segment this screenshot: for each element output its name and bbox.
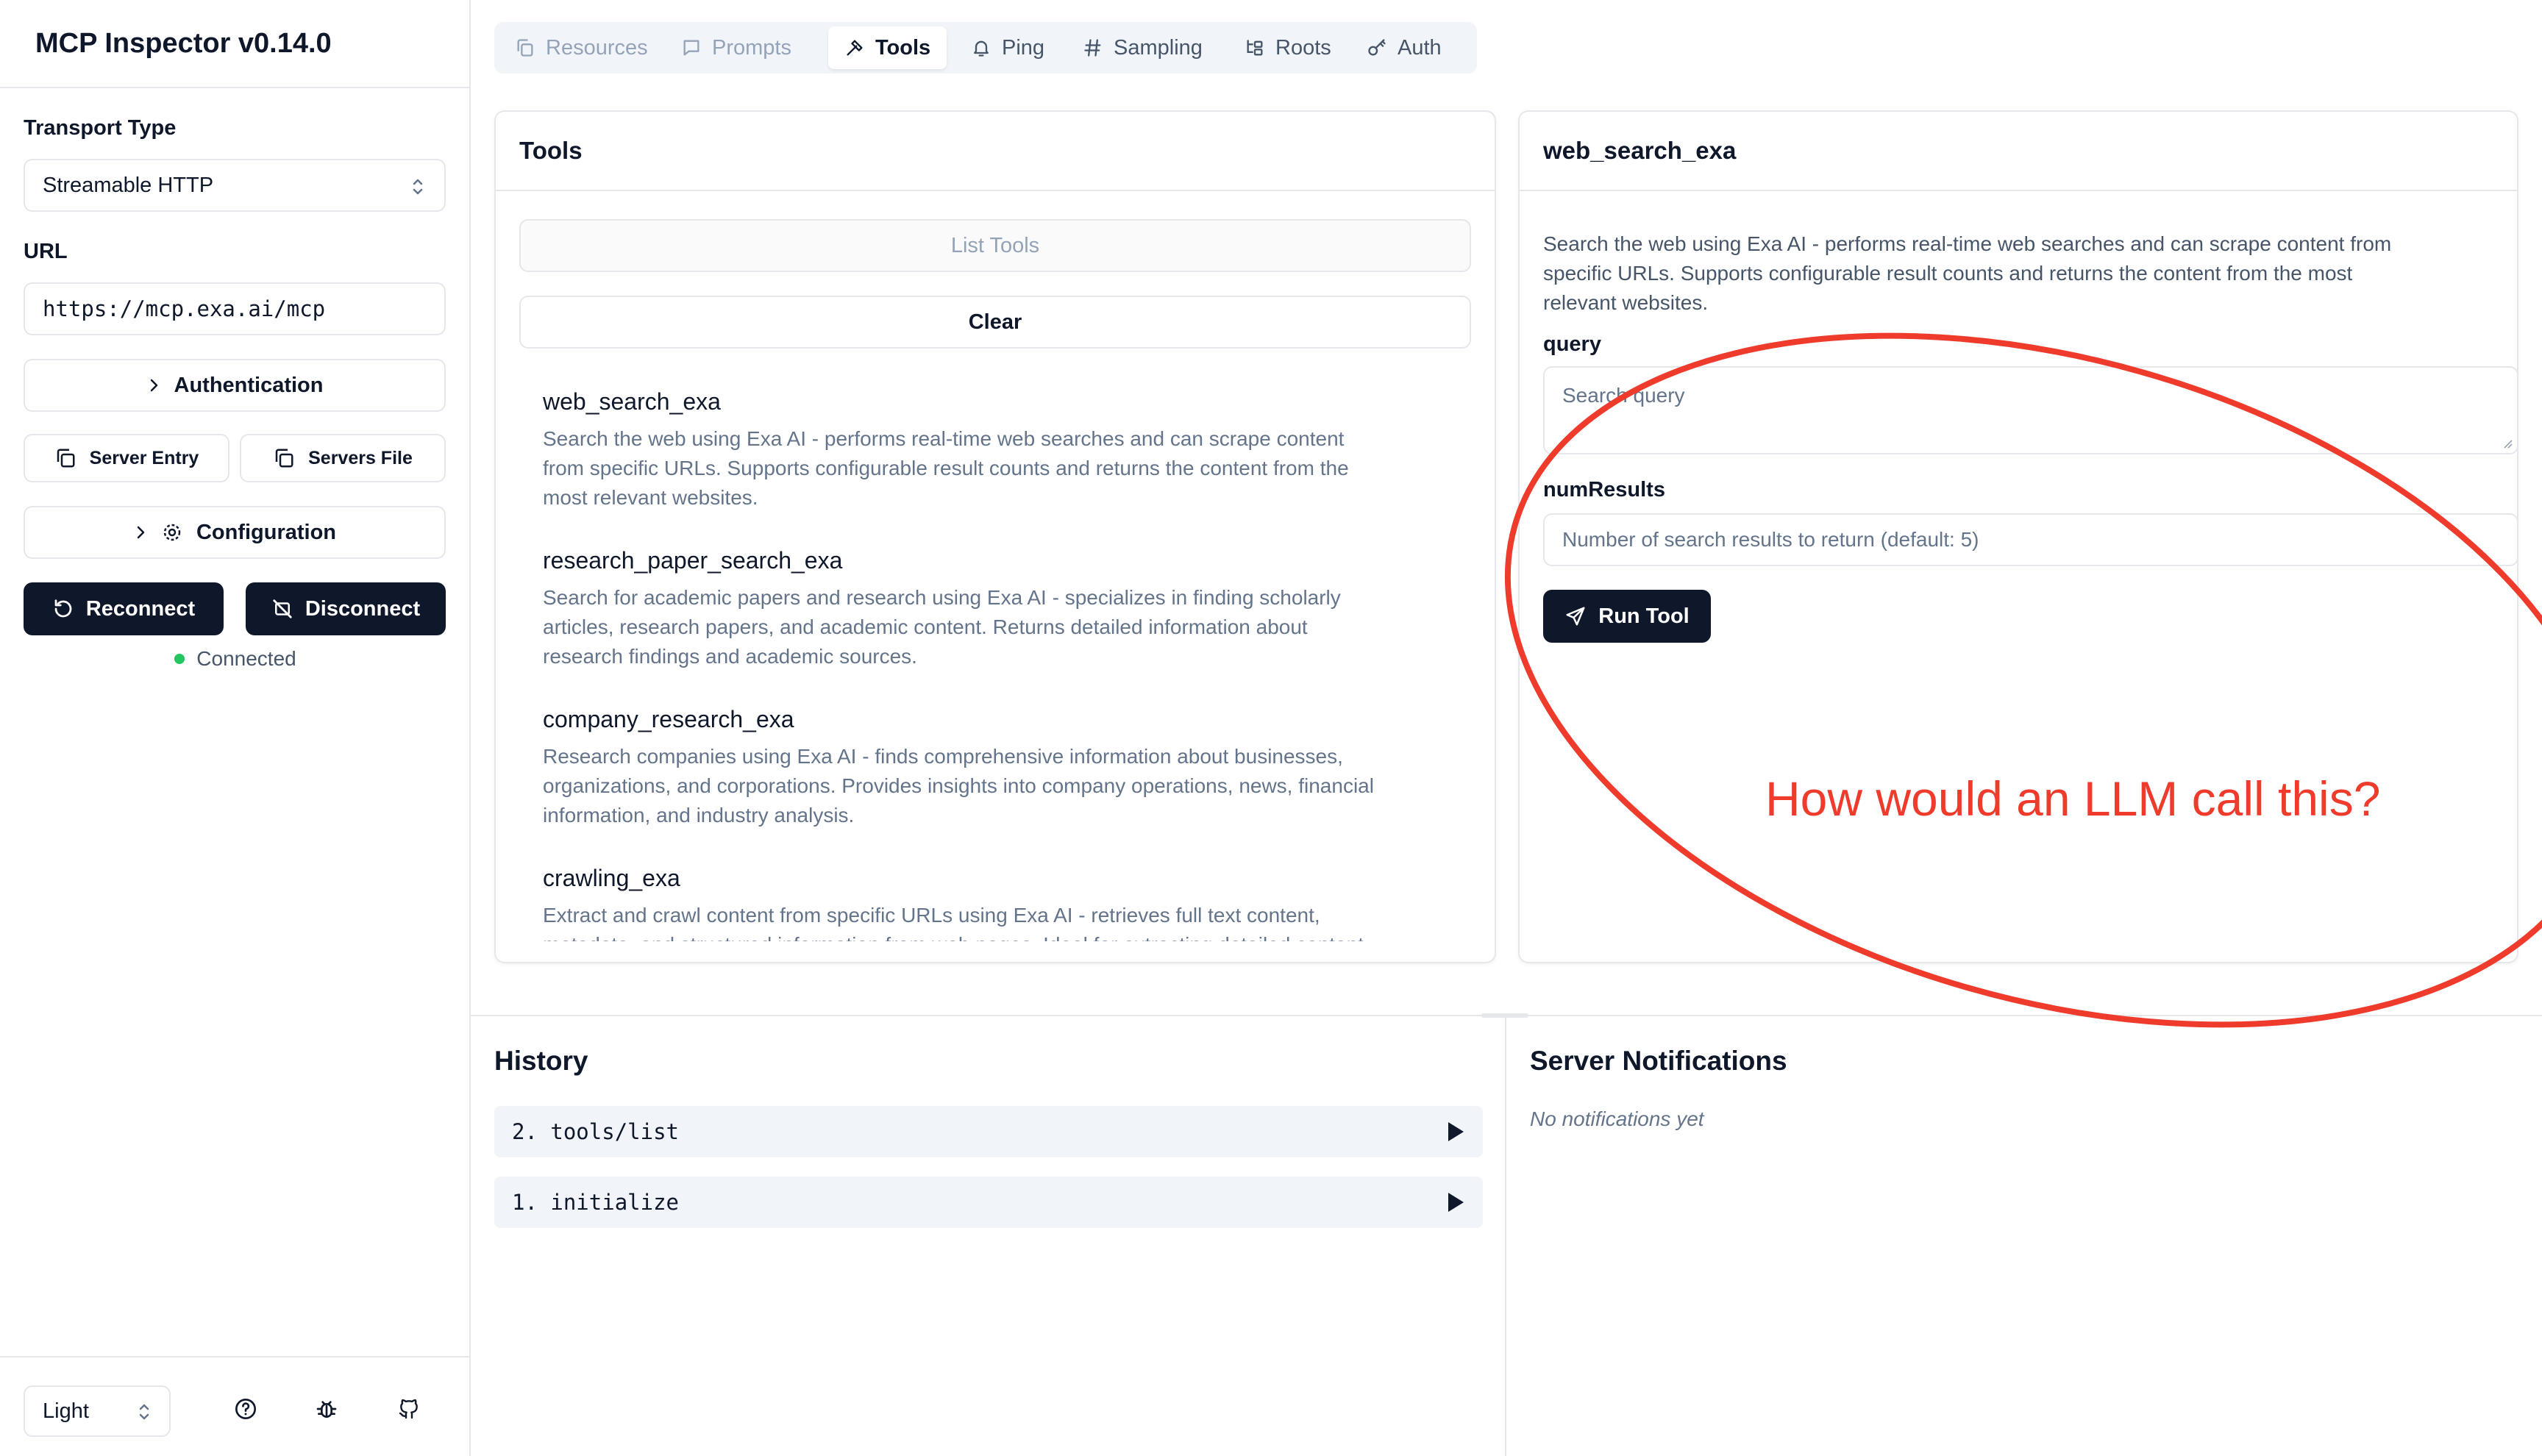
annotation-text: How would an LLM call this? <box>1765 771 2381 826</box>
annotation-ellipse <box>1504 332 2542 1028</box>
